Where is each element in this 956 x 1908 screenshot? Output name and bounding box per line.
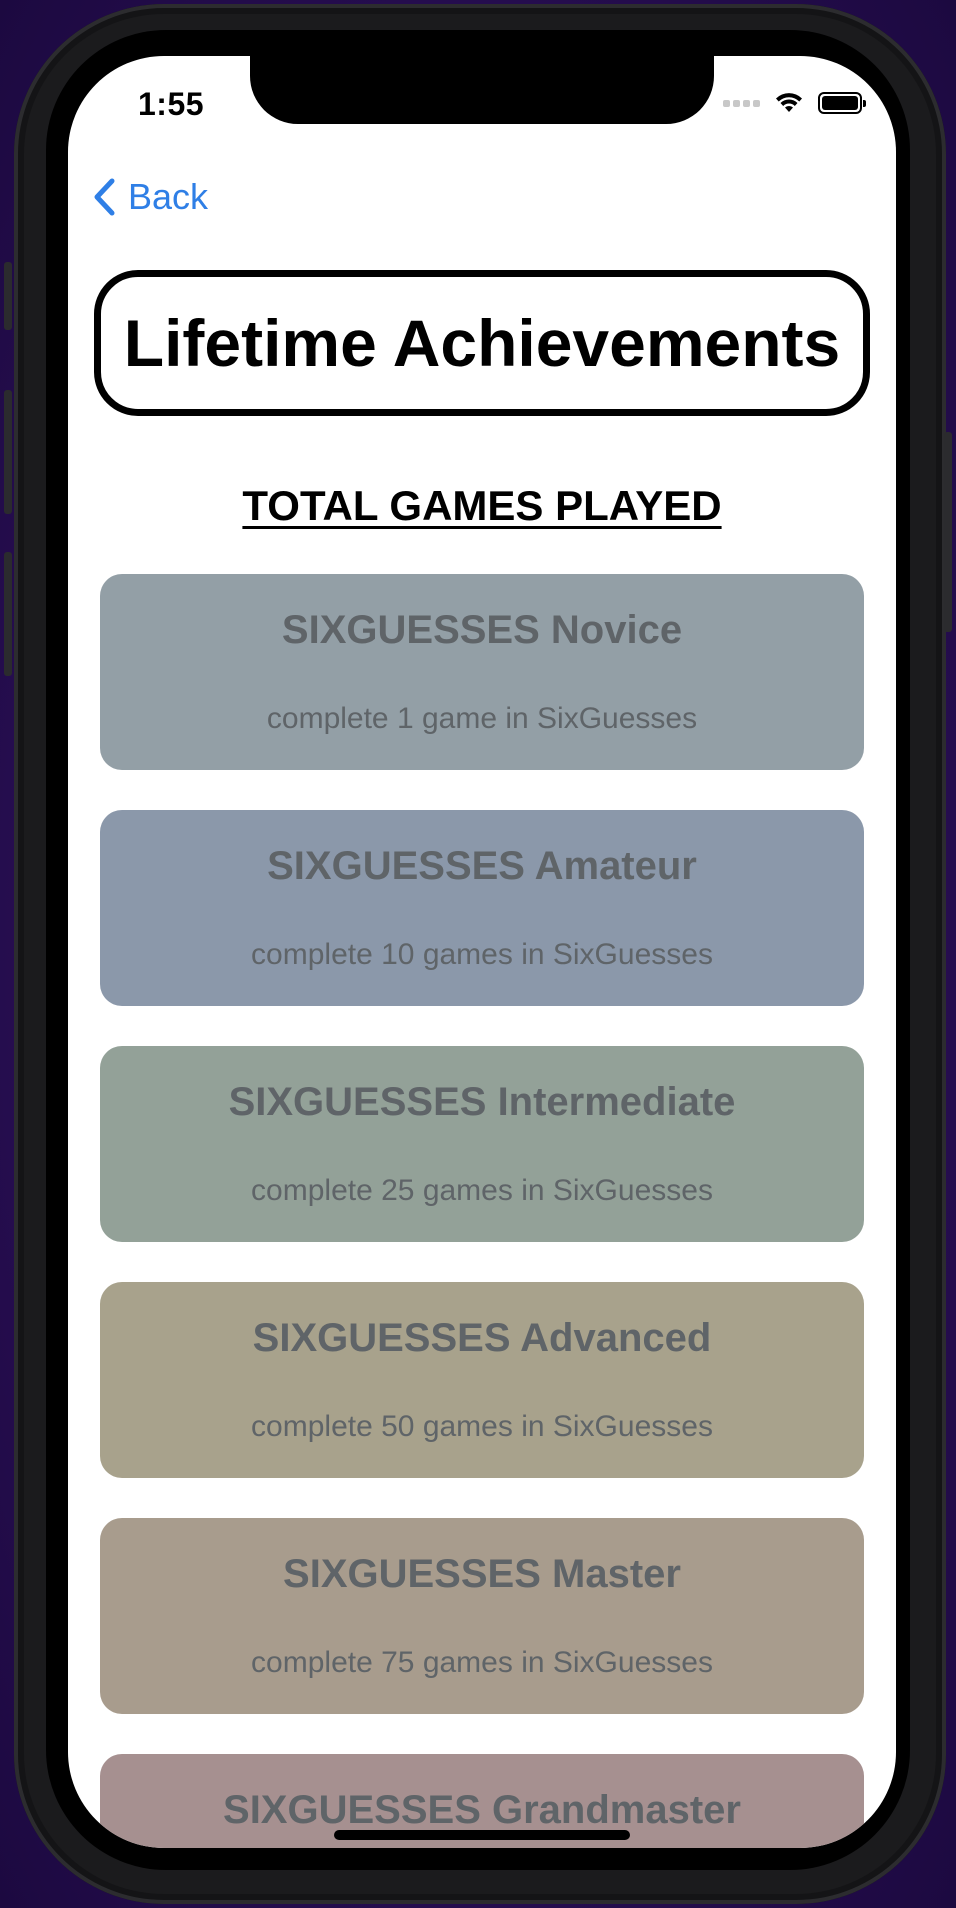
cellular-signal-icon xyxy=(723,99,760,107)
achievement-description: complete 50 games in SixGuesses xyxy=(251,1410,713,1443)
achievements-list: SIXGUESSES Novice complete 1 game in Six… xyxy=(100,574,864,1848)
achievement-title: SIXGUESSES Grandmaster xyxy=(223,1788,741,1832)
achievement-title: SIXGUESSES Novice xyxy=(281,608,683,652)
achievement-description: complete 25 games in SixGuesses xyxy=(251,1174,713,1207)
achievement-description: complete 1 game in SixGuesses xyxy=(266,702,698,735)
page-title: Lifetime Achievements xyxy=(123,306,841,380)
achievement-title: SIXGUESSES Intermediate xyxy=(228,1080,736,1124)
achievement-description: complete 10 games in SixGuesses xyxy=(251,938,713,971)
achievement-card[interactable]: SIXGUESSES Advanced complete 50 games in… xyxy=(100,1282,864,1478)
status-time: 1:55 xyxy=(138,86,205,122)
achievement-description: complete 75 games in SixGuesses xyxy=(251,1646,713,1679)
notch xyxy=(250,56,714,124)
achievement-card[interactable]: SIXGUESSES Novice complete 1 game in Six… xyxy=(100,574,864,770)
page-title-box: Lifetime Achievements xyxy=(94,270,870,416)
status-icons xyxy=(723,92,866,114)
achievement-title: SIXGUESSES Master xyxy=(283,1552,681,1596)
achievement-card[interactable]: SIXGUESSES Amateur complete 10 games in … xyxy=(100,810,864,1006)
achievement-title: SIXGUESSES Amateur xyxy=(267,844,697,888)
battery-icon xyxy=(818,92,866,114)
volume-up-button xyxy=(4,390,12,514)
home-indicator xyxy=(334,1830,630,1840)
wifi-icon xyxy=(776,93,802,112)
power-button xyxy=(944,432,952,632)
chevron-left-icon xyxy=(94,178,115,216)
screen: 1:55 Back Lifetime Achievements TOTAL GA… xyxy=(68,56,896,1848)
achievement-card[interactable]: SIXGUESSES Master complete 75 games in S… xyxy=(100,1518,864,1714)
back-button-label: Back xyxy=(128,176,209,217)
achievement-title: SIXGUESSES Advanced xyxy=(252,1316,712,1360)
achievement-card[interactable]: SIXGUESSES Intermediate complete 25 game… xyxy=(100,1046,864,1242)
silent-switch xyxy=(4,262,12,330)
back-button[interactable]: Back xyxy=(92,176,208,218)
volume-down-button xyxy=(4,552,12,676)
section-heading: TOTAL GAMES PLAYED xyxy=(242,482,722,529)
